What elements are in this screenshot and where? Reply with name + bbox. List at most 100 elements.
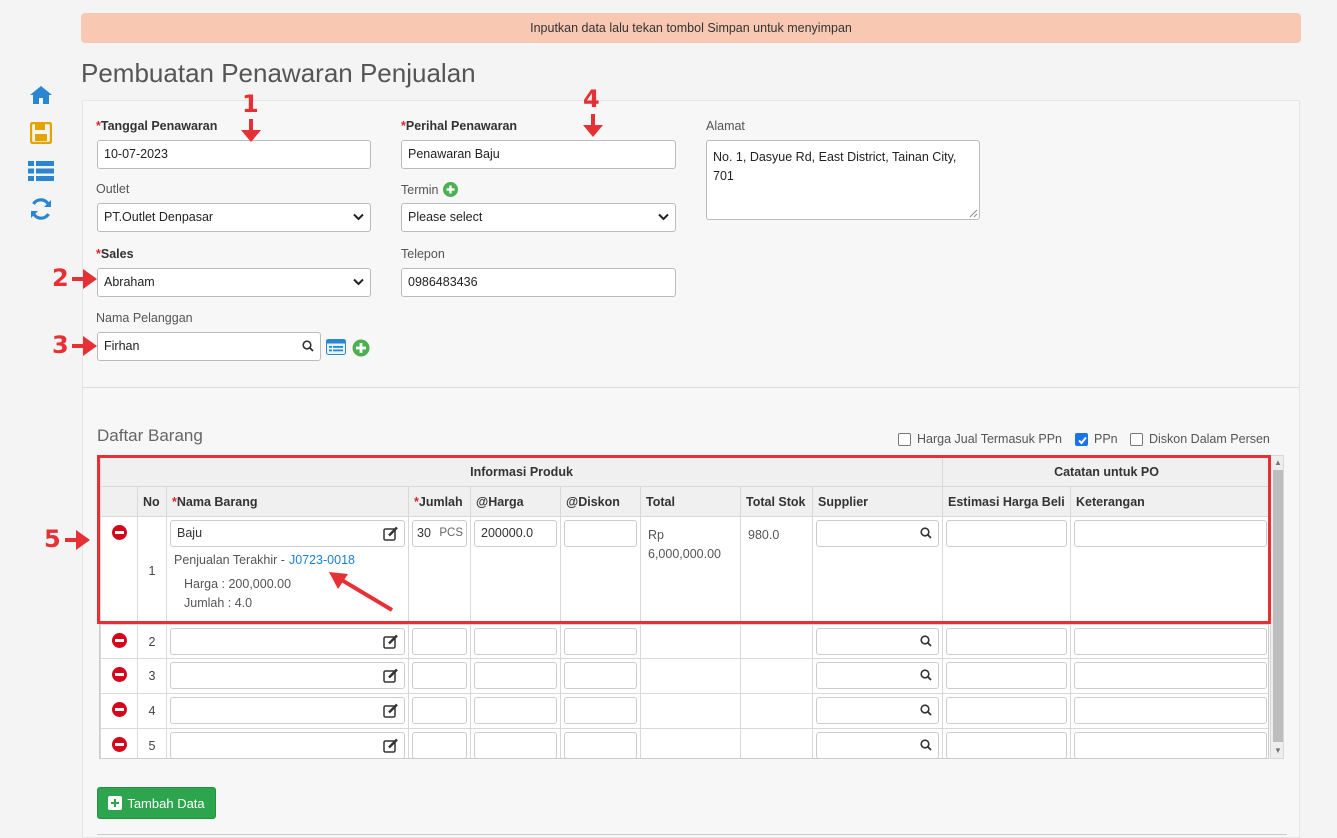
total-stok-cell: 980.0 xyxy=(740,516,813,625)
remove-row-icon[interactable] xyxy=(111,667,127,682)
termin-label-text: Termin xyxy=(401,182,439,197)
search-icon[interactable] xyxy=(920,669,932,681)
remove-row-icon[interactable] xyxy=(111,702,127,717)
diskon-input[interactable] xyxy=(564,628,637,655)
telepon-input[interactable]: 0986483436 xyxy=(401,268,676,297)
nama-barang-input[interactable] xyxy=(170,628,405,655)
nama-barang-input[interactable] xyxy=(170,697,405,724)
harga-cell xyxy=(470,624,561,659)
search-icon[interactable] xyxy=(920,739,932,751)
estimasi-cell xyxy=(942,728,1072,758)
keterangan-input[interactable] xyxy=(1074,697,1268,724)
search-icon[interactable] xyxy=(920,635,932,647)
keterangan-input[interactable] xyxy=(1074,732,1268,758)
search-icon[interactable] xyxy=(302,340,314,352)
scroll-up-icon[interactable]: ▲ xyxy=(1274,458,1282,468)
outlet-select[interactable]: PT.Outlet Denpasar xyxy=(97,203,371,232)
harga-input[interactable] xyxy=(474,697,557,724)
total-cell xyxy=(640,693,741,729)
edit-icon[interactable] xyxy=(383,703,399,718)
diskon-input[interactable] xyxy=(564,662,637,689)
keterangan-input[interactable] xyxy=(1074,662,1268,689)
edit-icon[interactable] xyxy=(383,526,399,541)
edit-icon[interactable] xyxy=(383,634,399,649)
harga-cell xyxy=(470,728,561,758)
termin-select[interactable]: Please select xyxy=(401,203,676,232)
scroll-down-icon[interactable]: ▼ xyxy=(1274,746,1282,756)
diskon-input[interactable] xyxy=(564,732,637,758)
supplier-input[interactable] xyxy=(816,662,940,689)
jumlah-input[interactable] xyxy=(412,697,467,724)
home-icon[interactable] xyxy=(28,82,54,108)
row-number: 5 xyxy=(137,728,167,758)
supplier-input[interactable] xyxy=(816,732,940,758)
jumlah-input[interactable] xyxy=(412,628,467,655)
option-harga-ppn[interactable]: Harga Jual Termasuk PPn xyxy=(898,432,1062,446)
perihal-input[interactable]: Penawaran Baju xyxy=(401,140,676,169)
keterangan-input[interactable] xyxy=(1074,628,1268,655)
harga-input[interactable]: 200000.0 xyxy=(474,520,557,547)
chevron-down-icon xyxy=(658,213,669,221)
tanggal-input[interactable]: 10-07-2023 xyxy=(97,140,371,169)
customer-list-icon[interactable] xyxy=(326,339,346,355)
annotation-arrow-down-icon xyxy=(241,119,261,142)
sales-select[interactable]: Abraham xyxy=(97,268,371,297)
nama-barang-input[interactable] xyxy=(170,662,405,689)
alamat-textarea[interactable]: No. 1, Dasyue Rd, East District, Tainan … xyxy=(706,140,980,220)
total-cell xyxy=(640,658,741,694)
checkbox[interactable] xyxy=(1130,432,1143,446)
add-termin-icon[interactable] xyxy=(442,182,458,197)
table-scrollbar[interactable]: ▲ ▼ xyxy=(1270,455,1284,759)
supplier-input[interactable] xyxy=(816,697,940,724)
remove-row-icon[interactable] xyxy=(111,737,127,752)
edit-icon[interactable] xyxy=(383,668,399,683)
resize-grip-icon[interactable] xyxy=(969,209,978,218)
search-icon[interactable] xyxy=(920,704,932,716)
sales-value: Abraham xyxy=(104,275,155,289)
row-number: 3 xyxy=(137,658,167,694)
nama-barang-input[interactable]: Baju xyxy=(170,520,405,547)
estimasi-input[interactable] xyxy=(946,628,1068,655)
harga-input[interactable] xyxy=(474,732,557,758)
jumlah-input[interactable] xyxy=(412,662,467,689)
estimasi-input[interactable] xyxy=(946,520,1068,547)
list-icon[interactable] xyxy=(28,158,54,184)
total-stok-cell xyxy=(740,624,813,659)
keterangan-input[interactable] xyxy=(1074,520,1268,547)
daftar-barang-title: Daftar Barang xyxy=(97,426,203,445)
annotation-arrow-down-icon xyxy=(583,114,603,137)
edit-icon[interactable] xyxy=(383,738,399,753)
harga-input[interactable] xyxy=(474,628,557,655)
diskon-input[interactable] xyxy=(564,697,637,724)
option-ppn[interactable]: PPn xyxy=(1075,432,1118,446)
remove-row-icon[interactable] xyxy=(111,525,127,540)
estimasi-input[interactable] xyxy=(946,697,1068,724)
scrollbar-thumb[interactable] xyxy=(1273,470,1283,742)
total-cell: Rp 6,000,000.00 xyxy=(640,516,741,625)
nama-barang-input[interactable] xyxy=(170,732,405,758)
pelanggan-input[interactable]: Firhan xyxy=(97,332,321,361)
estimasi-input[interactable] xyxy=(946,662,1068,689)
estimasi-input[interactable] xyxy=(946,732,1068,758)
jumlah-input[interactable]: 30 PCS xyxy=(412,520,467,547)
search-icon[interactable] xyxy=(920,527,932,539)
harga-input[interactable] xyxy=(474,662,557,689)
refresh-icon[interactable] xyxy=(28,196,54,222)
last-sale-link[interactable]: J0723-0018 xyxy=(289,553,355,567)
checkbox-checked[interactable] xyxy=(1075,432,1088,446)
remove-row-icon[interactable] xyxy=(111,633,127,648)
diskon-input[interactable] xyxy=(564,520,637,547)
save-icon[interactable] xyxy=(28,120,54,146)
action-cell xyxy=(100,658,138,694)
tambah-data-button[interactable]: Tambah Data xyxy=(97,787,216,819)
supplier-input[interactable] xyxy=(816,520,940,547)
add-customer-icon[interactable] xyxy=(352,339,370,357)
checkbox[interactable] xyxy=(898,432,911,446)
unit-label: PCS xyxy=(439,527,463,539)
supplier-input[interactable] xyxy=(816,628,940,655)
tanggal-label-text: Tanggal Penawaran xyxy=(100,119,218,133)
jumlah-input[interactable] xyxy=(412,732,467,758)
total-stok-cell xyxy=(740,658,813,694)
option-diskon-persen[interactable]: Diskon Dalam Persen xyxy=(1130,432,1270,446)
keterangan-cell xyxy=(1070,624,1268,659)
